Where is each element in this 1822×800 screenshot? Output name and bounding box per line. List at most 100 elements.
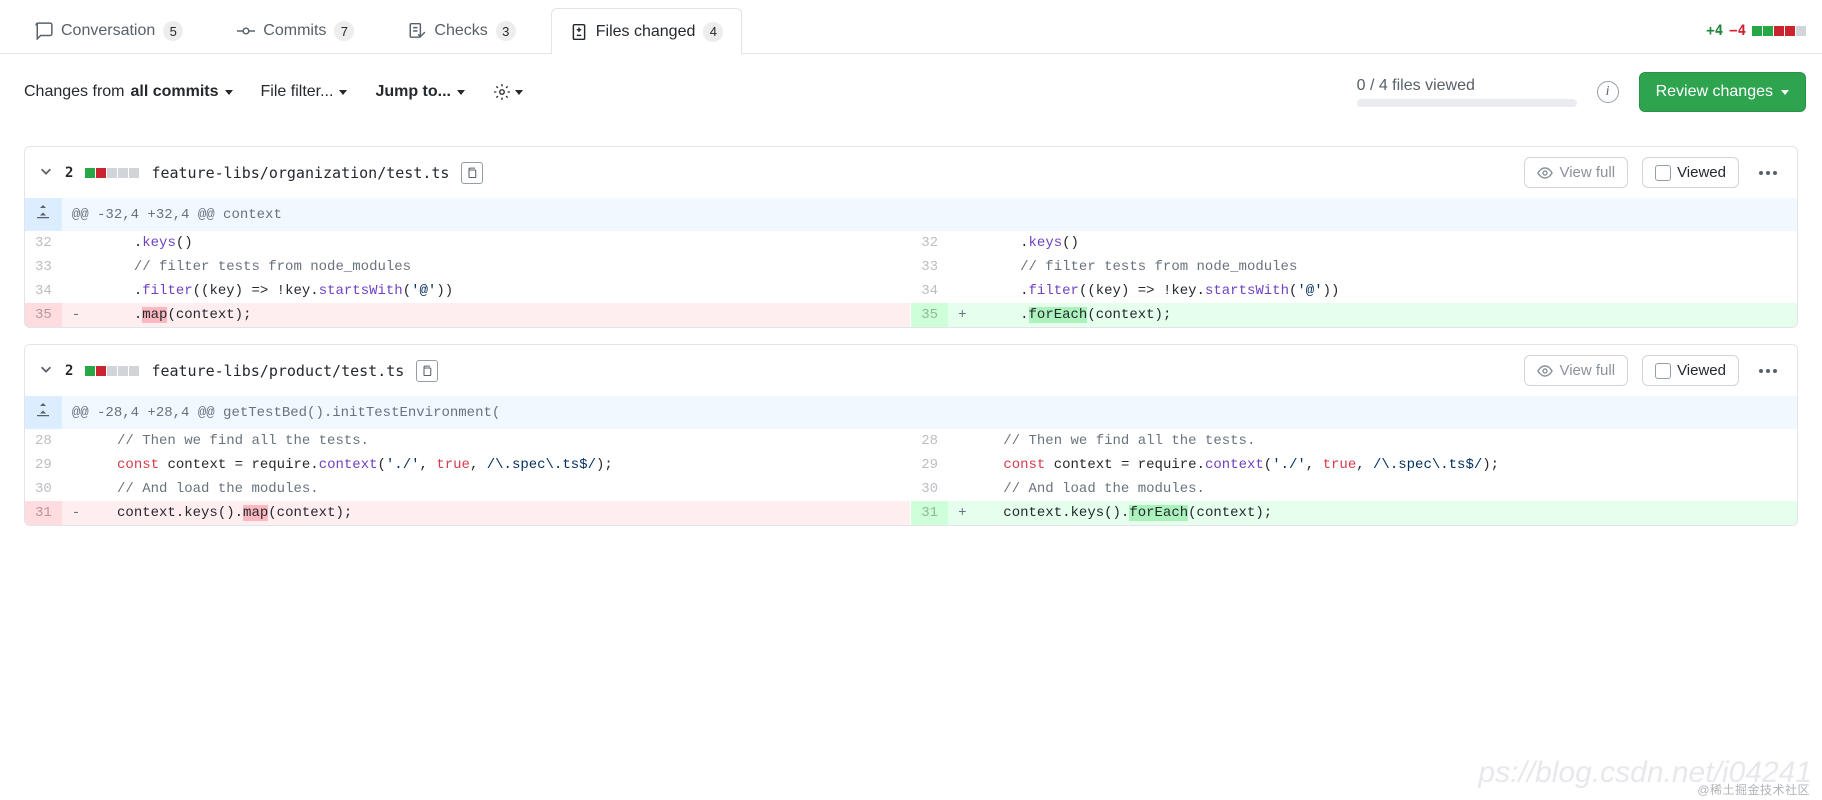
jump-to-dropdown[interactable]: Jump to... [375,83,465,101]
checkbox-icon [1655,165,1671,181]
file-actions: View full Viewed [1524,157,1783,188]
label: Viewed [1677,164,1726,181]
code-cell-right: const context = require.context('./', tr… [977,453,1798,477]
label: Changes from [24,83,125,101]
code-cell-left: // And load the modules. [90,477,911,501]
copy-path-button[interactable] [461,162,483,184]
code-cell-del: context.keys().map(context); [90,501,911,525]
watermark: @稀土掘金技术社区 [1697,781,1810,798]
code-cell-right: .filter((key) => !key.startsWith('@')) [977,279,1798,303]
tab-count: 3 [496,21,516,41]
caret-down-icon [457,90,465,95]
code-cell-right: // And load the modules. [977,477,1798,501]
line-number-left[interactable]: 29 [25,453,62,477]
tab-files-changed[interactable]: Files changed 4 [551,8,743,54]
file-actions: View full Viewed [1524,355,1783,386]
hunk-header: @@ -28,4 +28,4 @@ getTestBed().initTestE… [62,396,1797,429]
file-path[interactable]: feature-libs/organization/test.ts [151,164,449,182]
copy-path-button[interactable] [416,360,438,382]
diff-table: @@ -28,4 +28,4 @@ getTestBed().initTestE… [25,396,1797,525]
checkbox-icon [1655,363,1671,379]
diff-marker [948,231,976,255]
line-number-right[interactable]: 29 [911,453,948,477]
value: all commits [131,83,219,101]
label: Jump to... [375,83,451,101]
review-changes-button[interactable]: Review changes [1639,72,1806,112]
diff-marker [62,477,90,501]
code-cell-add: .forEach(context); [977,303,1798,327]
line-number-right[interactable]: 34 [911,279,948,303]
tabs: Conversation 5 Commits 7 Checks 3 Files … [16,8,1706,53]
expand-hunk-button[interactable] [25,396,62,429]
file-path[interactable]: feature-libs/product/test.ts [151,362,404,380]
gear-icon [493,83,511,101]
tab-label: Checks [434,22,487,40]
diff-marker-add: + [948,303,976,327]
expand-hunk-button[interactable] [25,198,62,231]
file-diff: 2 feature-libs/product/test.ts View full… [24,344,1798,526]
line-number-right[interactable]: 33 [911,255,948,279]
line-number-left[interactable]: 30 [25,477,62,501]
checklist-icon [408,22,426,40]
line-number-right[interactable]: 31 [911,501,948,525]
hunk-header: @@ -32,4 +32,4 @@ context [62,198,1797,231]
diff-marker [948,255,976,279]
tab-commits[interactable]: Commits 7 [218,8,373,53]
code-cell-right: // filter tests from node_modules [977,255,1798,279]
caret-down-icon [225,90,233,95]
view-full-button[interactable]: View full [1524,355,1628,386]
viewed-toggle[interactable]: Viewed [1642,157,1739,188]
code-cell-right: // Then we find all the tests. [977,429,1798,453]
tab-label: Conversation [61,22,155,40]
line-number-left[interactable]: 33 [25,255,62,279]
file-change-count: 2 [65,363,73,379]
file-diffstat-blocks [85,366,139,376]
viewed-toggle[interactable]: Viewed [1642,355,1739,386]
file-diff-icon [570,23,588,41]
view-full-button[interactable]: View full [1524,157,1628,188]
line-number-right[interactable]: 28 [911,429,948,453]
diff-toolbar: Changes from all commits File filter... … [0,54,1822,130]
file-menu-button[interactable] [1753,363,1783,379]
diff-marker [62,279,90,303]
line-number-left[interactable]: 31 [25,501,62,525]
file-header: 2 feature-libs/organization/test.ts View… [25,147,1797,198]
line-number-left[interactable]: 28 [25,429,62,453]
tab-label: Files changed [596,23,696,41]
code-cell-left: .filter((key) => !key.startsWith('@')) [90,279,911,303]
line-number-right[interactable]: 30 [911,477,948,501]
label: Viewed [1677,362,1726,379]
collapse-toggle[interactable] [39,164,53,181]
tab-conversation[interactable]: Conversation 5 [16,8,202,53]
code-cell-left: const context = require.context('./', tr… [90,453,911,477]
code-cell-del: .map(context); [90,303,911,327]
diff-settings-dropdown[interactable] [493,83,523,101]
label: Review changes [1656,83,1773,101]
overall-diffstat: +4 −4 [1706,23,1806,39]
diff-marker [62,255,90,279]
line-number-right[interactable]: 35 [911,303,948,327]
files-viewed-progress: 0 / 4 files viewed [1357,77,1577,107]
code-cell-left: .keys() [90,231,911,255]
tab-count: 5 [163,21,183,41]
diff-marker-del: - [62,501,90,525]
label: View full [1559,164,1615,181]
diff-marker [62,231,90,255]
progress-bar [1357,99,1577,107]
diff-table: @@ -32,4 +32,4 @@ context 32 .keys() 32 … [25,198,1797,327]
line-number-left[interactable]: 35 [25,303,62,327]
code-cell-left: // Then we find all the tests. [90,429,911,453]
file-menu-button[interactable] [1753,165,1783,181]
collapse-toggle[interactable] [39,362,53,379]
diffstat-blocks [1752,26,1806,36]
line-number-left[interactable]: 34 [25,279,62,303]
caret-down-icon [515,90,523,95]
line-number-right[interactable]: 32 [911,231,948,255]
changes-from-dropdown[interactable]: Changes from all commits [24,83,233,101]
line-number-left[interactable]: 32 [25,231,62,255]
info-icon[interactable]: i [1597,81,1619,103]
tab-count: 4 [703,22,723,42]
file-filter-dropdown[interactable]: File filter... [261,83,348,101]
tab-checks[interactable]: Checks 3 [389,8,534,53]
diff-marker-del: - [62,303,90,327]
